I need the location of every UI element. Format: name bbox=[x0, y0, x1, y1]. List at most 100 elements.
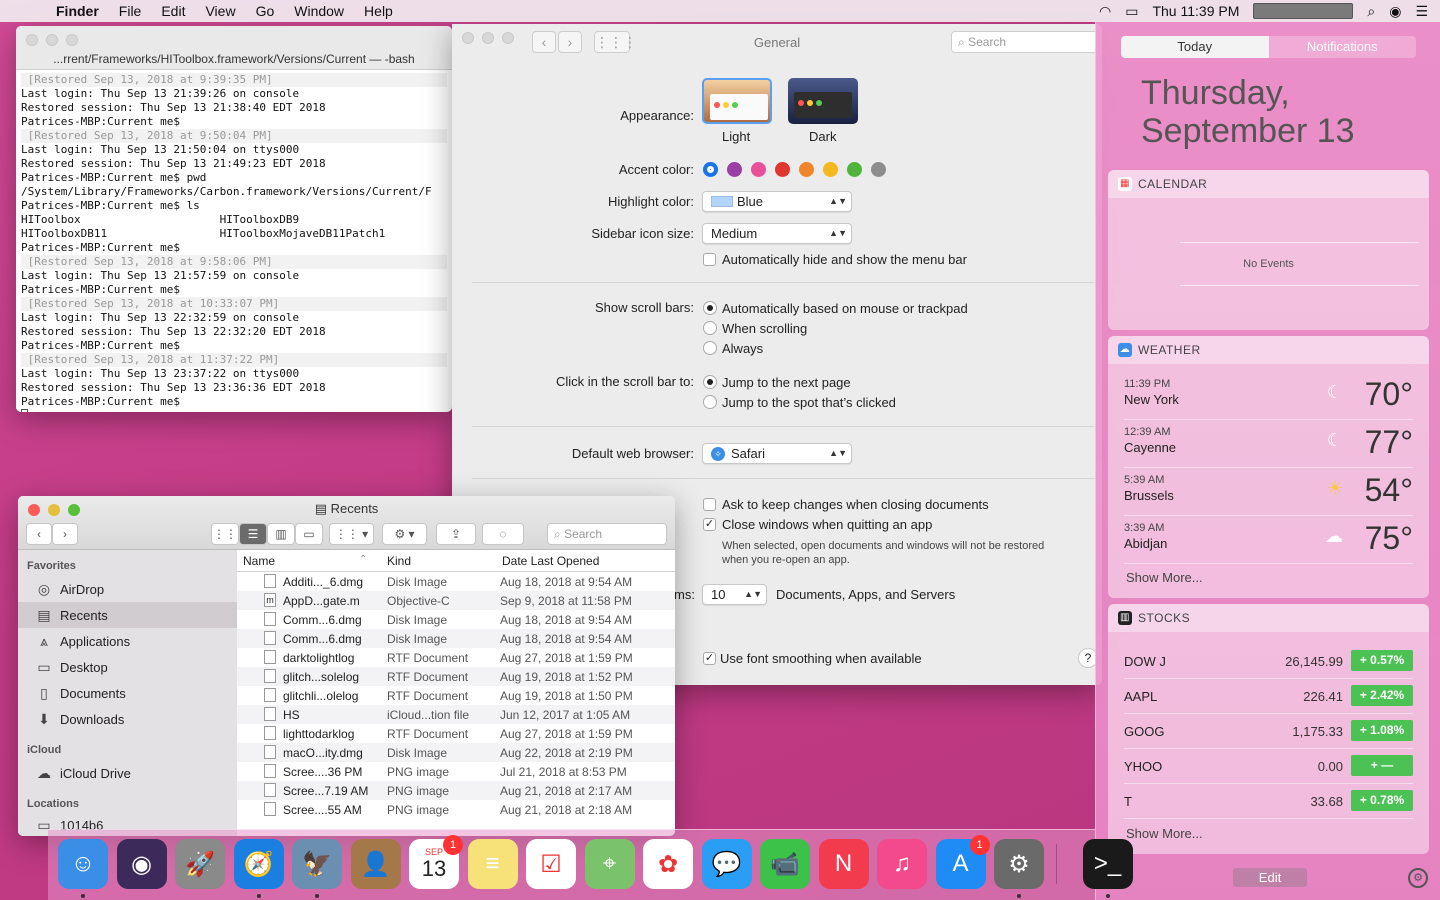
weather-row[interactable]: 5:39 AM Brussels ☀ 54° bbox=[1124, 468, 1413, 516]
menu-edit[interactable]: Edit bbox=[151, 3, 195, 19]
battery-icon[interactable]: ▭ bbox=[1125, 3, 1138, 20]
column-date-header[interactable]: Date Last Opened bbox=[502, 554, 599, 568]
weather-row[interactable]: 12:39 AM Cayenne ☾ 77° bbox=[1124, 420, 1413, 468]
stock-change-badge[interactable]: + 0.57% bbox=[1351, 650, 1413, 671]
prefs-toolbar[interactable]: ‹ › ⋮⋮⋮ General ⌕ Search bbox=[452, 24, 1102, 60]
table-row[interactable]: macO...ity.dmg Disk Image Aug 22, 2018 at … bbox=[237, 743, 675, 762]
preview-icon[interactable]: 🦅 bbox=[292, 839, 342, 889]
terminal-output[interactable]: [Restored Sep 13, 2018 at 9:39:35 PM] Las… bbox=[16, 70, 452, 412]
minimize-icon[interactable] bbox=[46, 34, 58, 46]
notes-icon[interactable]: ≡ bbox=[467, 839, 518, 889]
list-view-icon[interactable]: ☰ bbox=[239, 523, 267, 545]
table-row[interactable]: Scree....36 PM PNG image Jul 21, 2018 at 8… bbox=[237, 762, 675, 781]
appearance-light-thumb[interactable] bbox=[702, 78, 772, 124]
spotlight-search-icon[interactable]: ⌕ bbox=[1367, 3, 1375, 20]
menu-view[interactable]: View bbox=[195, 3, 245, 19]
sidebar-icon-size-select[interactable]: Medium ▲▼ bbox=[702, 223, 852, 244]
table-row[interactable]: Additi..._6.dmg Disk Image Aug 18, 2018 at… bbox=[237, 572, 675, 591]
table-row[interactable]: darktolightlog RTF Document Aug 27, 2018 a… bbox=[237, 648, 675, 667]
menu-help[interactable]: Help bbox=[354, 3, 403, 19]
finder-toolbar[interactable]: ▤ Recents ‹ › ⋮⋮ ☰ ▥ ▭ ⋮⋮ ▾ ⚙ ▾ ⇪ ◌ ⌕ Se… bbox=[18, 496, 675, 550]
stock-row[interactable]: GOOG 1,175.33 + 1.08% bbox=[1124, 714, 1413, 749]
table-row[interactable]: lighttodarklog RTF Document Aug 27, 2018 a… bbox=[237, 724, 675, 743]
autohide-menubar-checkbox[interactable] bbox=[703, 253, 716, 266]
wifi-icon[interactable]: ◠ bbox=[1099, 3, 1111, 20]
system-preferences-icon[interactable]: ⚙ bbox=[994, 839, 1044, 889]
calendar-icon[interactable]: SEP 13 1 bbox=[409, 835, 463, 889]
font-smoothing-checkbox[interactable]: ✓ bbox=[703, 652, 716, 665]
table-row[interactable]: Scree...7.19 AM PNG image Aug 21, 2018 at … bbox=[237, 781, 675, 800]
zoom-icon[interactable] bbox=[66, 34, 78, 46]
table-row[interactable]: glitchli...olelog RTF Document Aug 19, 201… bbox=[237, 686, 675, 705]
safari-icon[interactable]: 🧭 bbox=[233, 839, 284, 889]
contacts-icon[interactable]: 👤 bbox=[350, 839, 401, 889]
finder-icon[interactable]: ☺ bbox=[58, 839, 108, 889]
menu-window[interactable]: Window bbox=[284, 3, 354, 19]
group-by-button[interactable]: ⋮⋮ ▾ bbox=[329, 523, 374, 545]
table-row[interactable]: Scree....55 AM PNG image Aug 21, 2018 at 2… bbox=[237, 800, 675, 819]
default-browser-select[interactable]: ✧ Safari ▲▼ bbox=[702, 443, 852, 464]
nc-settings-icon[interactable]: ⚙ bbox=[1408, 868, 1428, 888]
finder-search-input[interactable]: ⌕ Search bbox=[547, 523, 667, 545]
scroll-auto-radio[interactable] bbox=[703, 301, 717, 315]
scroll-always-radio[interactable] bbox=[703, 341, 717, 355]
tag-icon[interactable]: ◌ bbox=[482, 523, 524, 545]
accent-color-swatch[interactable] bbox=[703, 162, 718, 177]
accent-color-swatch[interactable] bbox=[751, 162, 766, 177]
nc-edit-button[interactable]: Edit bbox=[1233, 868, 1307, 887]
photos-icon[interactable]: ✿ bbox=[643, 839, 693, 889]
stock-change-badge[interactable]: + — bbox=[1351, 755, 1413, 776]
notification-center-icon[interactable]: ☰ bbox=[1415, 3, 1428, 20]
accent-color-swatch[interactable] bbox=[823, 162, 838, 177]
menu-clock[interactable]: Thu 11:39 PM bbox=[1152, 3, 1239, 19]
stock-change-badge[interactable]: + 1.08% bbox=[1351, 720, 1413, 741]
tab-today[interactable]: Today bbox=[1121, 36, 1269, 58]
stock-change-badge[interactable]: + 2.42% bbox=[1351, 685, 1413, 706]
sidebar-item-desktop[interactable]: ▭ Desktop bbox=[18, 654, 237, 680]
accent-color-swatch[interactable] bbox=[847, 162, 862, 177]
accent-color-swatch[interactable] bbox=[775, 162, 790, 177]
menu-app-finder[interactable]: Finder bbox=[56, 3, 109, 19]
stocks-show-more-link[interactable]: Show More... bbox=[1126, 826, 1203, 841]
sidebar-item-airdrop[interactable]: ◎ AirDrop bbox=[18, 576, 237, 602]
prefs-search-input[interactable]: ⌕ Search bbox=[951, 31, 1099, 53]
weather-row[interactable]: 11:39 PM New York ☾ 70° bbox=[1124, 372, 1413, 420]
terminal-icon[interactable]: >_ bbox=[1082, 839, 1133, 889]
sidebar-item-documents[interactable]: ▯ Documents bbox=[18, 680, 237, 706]
weather-show-more-link[interactable]: Show More... bbox=[1126, 570, 1203, 585]
facetime-icon[interactable]: 📹 bbox=[760, 839, 810, 889]
stock-row[interactable]: AAPL 226.41 + 2.42% bbox=[1124, 679, 1413, 714]
icon-view-icon[interactable]: ⋮⋮ bbox=[211, 523, 239, 545]
table-row[interactable]: Comm...6.dmg Disk Image Aug 18, 2018 at 9:… bbox=[237, 629, 675, 648]
launchpad-icon[interactable]: 🚀 bbox=[175, 839, 225, 889]
table-row[interactable]: Comm...6.dmg Disk Image Aug 18, 2018 at 9:… bbox=[237, 610, 675, 629]
ask-keep-changes-checkbox[interactable] bbox=[703, 498, 716, 511]
sidebar-item-downloads[interactable]: ⬇ Downloads bbox=[18, 706, 237, 732]
app-store-icon[interactable]: A1 bbox=[935, 835, 990, 889]
finder-back-button[interactable]: ‹ bbox=[26, 523, 52, 545]
terminal-titlebar[interactable]: ...rrent/Frameworks/HIToolbox.framework/… bbox=[16, 26, 452, 70]
menu-file[interactable]: File bbox=[109, 3, 152, 19]
table-row[interactable]: glitch...solelog RTF Document Aug 19, 2018… bbox=[237, 667, 675, 686]
stock-row[interactable]: DOW J 26,145.99 + 0.57% bbox=[1124, 644, 1413, 679]
highlight-color-select[interactable]: Blue ▲▼ bbox=[702, 191, 852, 212]
siri-menu-icon[interactable]: ◉ bbox=[1389, 3, 1401, 20]
tab-notifications[interactable]: Notifications bbox=[1268, 36, 1416, 58]
table-row[interactable]: m AppD...gate.m Objective-C Sep 9, 2018 at … bbox=[237, 591, 675, 610]
accent-color-swatch[interactable] bbox=[871, 162, 886, 177]
maps-icon[interactable]: ⌖ bbox=[584, 839, 635, 889]
jump-next-page-radio[interactable] bbox=[703, 375, 717, 389]
sidebar-item-icloud-drive[interactable]: ☁ iCloud Drive bbox=[18, 760, 237, 786]
news-icon[interactable]: N bbox=[818, 839, 869, 889]
stock-row[interactable]: YHOO 0.00 + — bbox=[1124, 749, 1413, 784]
accent-color-swatch[interactable] bbox=[799, 162, 814, 177]
jump-spot-radio[interactable] bbox=[703, 395, 717, 409]
scroll-when-scrolling-radio[interactable] bbox=[703, 321, 717, 335]
table-row[interactable]: HS iCloud...tion file Jun 12, 2017 at 1:05… bbox=[237, 705, 675, 724]
gallery-view-icon[interactable]: ▭ bbox=[295, 523, 323, 545]
column-name-header[interactable]: Name bbox=[243, 554, 275, 568]
messages-icon[interactable]: 💬 bbox=[701, 839, 752, 889]
recent-items-select[interactable]: 10 ▲▼ bbox=[702, 584, 767, 605]
stock-row[interactable]: T 33.68 + 0.78% bbox=[1124, 784, 1413, 819]
sidebar-item-recents[interactable]: ▤ Recents bbox=[18, 602, 237, 628]
